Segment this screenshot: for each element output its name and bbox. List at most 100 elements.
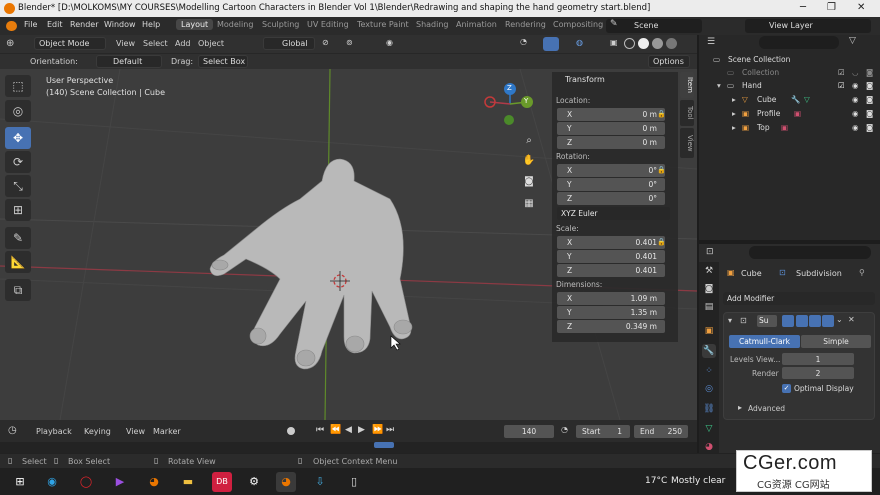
collapse-arrow-icon[interactable]: ▾: [728, 316, 732, 325]
camera-icon[interactable]: ◙: [866, 109, 873, 118]
timeline-track[interactable]: [0, 442, 697, 453]
lock-icon[interactable]: 🔒: [657, 110, 666, 119]
remove-modifier-icon[interactable]: ✕: [848, 315, 855, 324]
optimal-display-checkbox[interactable]: ✓: [782, 384, 791, 393]
location-z-field[interactable]: Z 0 m: [557, 136, 665, 149]
snap-icon[interactable]: ⊚: [346, 38, 353, 47]
tab-animation[interactable]: Animation: [456, 20, 497, 29]
cursor-tool-icon[interactable]: ◎: [5, 100, 31, 122]
shading-material-icon[interactable]: [652, 38, 663, 49]
tab-texture-paint[interactable]: Texture Paint: [357, 20, 409, 29]
rotation-z-field[interactable]: Z 0°: [557, 192, 665, 205]
modifier-tab-icon[interactable]: 🔧: [702, 344, 716, 358]
object-tab-icon[interactable]: ▣: [702, 324, 716, 338]
outliner-row-profile[interactable]: ▸ ▣ Profile ▣ ◉ ◙: [699, 108, 880, 121]
scene-selector[interactable]: ✎ Scene: [606, 19, 702, 33]
location-x-field[interactable]: X 0 m: [557, 108, 665, 121]
menu-add[interactable]: Add: [175, 39, 191, 48]
tab-item[interactable]: Item: [680, 72, 694, 98]
pin-icon[interactable]: ⚲: [859, 268, 865, 277]
timeline-editor-icon[interactable]: ◷: [8, 425, 17, 436]
settings-icon[interactable]: ⚙: [244, 472, 264, 492]
transform-panel-title[interactable]: Transform: [565, 75, 605, 84]
scale-x-field[interactable]: X 0.401: [557, 236, 665, 249]
physics-tab-icon[interactable]: ◎: [702, 382, 716, 396]
menu-view[interactable]: View: [116, 39, 135, 48]
scale-z-field[interactable]: Z 0.401: [557, 264, 665, 277]
modifier-name-field[interactable]: Su: [757, 315, 777, 327]
playhead[interactable]: [374, 442, 394, 448]
shading-solid-icon[interactable]: [638, 38, 649, 49]
scale-tool-icon[interactable]: ⤡: [5, 175, 31, 197]
zoom-icon[interactable]: ⌕: [520, 132, 538, 150]
mode-dropdown[interactable]: Object Mode: [34, 37, 106, 50]
jump-keyframe-back-icon[interactable]: ⏪: [330, 425, 341, 435]
advanced-label[interactable]: Advanced: [748, 404, 785, 413]
dimensions-x-field[interactable]: X 1.09 m: [557, 292, 665, 305]
camera-icon[interactable]: ◙: [520, 173, 538, 191]
record-button[interactable]: [287, 427, 295, 435]
jump-keyframe-forward-icon[interactable]: ⏩: [372, 425, 383, 435]
file-explorer-icon[interactable]: ▬: [178, 472, 198, 492]
expand-arrow-icon[interactable]: ▾: [717, 81, 721, 90]
eye-icon[interactable]: ◉: [852, 109, 859, 118]
lock-icon[interactable]: 🔒: [657, 238, 666, 247]
camera-icon[interactable]: ◙: [866, 68, 873, 77]
overlay-icon[interactable]: ◍: [576, 38, 583, 47]
material-tab-icon[interactable]: ◕: [702, 440, 716, 454]
transform-orientation-dropdown[interactable]: Global: [263, 37, 315, 50]
tab-shading[interactable]: Shading: [416, 20, 449, 29]
eye-icon[interactable]: ◉: [852, 95, 859, 104]
add-modifier-dropdown[interactable]: Add Modifier: [723, 292, 875, 305]
editmode-toggle-icon[interactable]: [782, 315, 794, 327]
outliner-row-hand[interactable]: ▾ ▭ Hand ☑ ◉ ◙: [699, 80, 880, 93]
render-toggle-icon[interactable]: [822, 315, 834, 327]
jump-start-icon[interactable]: ⏮: [316, 425, 324, 435]
timeline-playback-menu[interactable]: Playback: [36, 427, 72, 436]
start-frame-field[interactable]: Start 1: [576, 425, 630, 438]
menu-edit[interactable]: Edit: [47, 20, 63, 29]
tool-tab-icon[interactable]: ⚒: [702, 264, 716, 278]
filter-icon[interactable]: ▽: [849, 36, 856, 46]
tab-sculpting[interactable]: Sculpting: [262, 20, 299, 29]
outliner-search-field[interactable]: [759, 36, 839, 49]
xray-icon[interactable]: ▣: [610, 38, 618, 47]
media-player-icon[interactable]: ▶: [110, 472, 130, 492]
tab-layout[interactable]: Layout: [176, 19, 214, 30]
document-icon[interactable]: ▯: [344, 472, 364, 492]
maximize-button[interactable]: ❐: [827, 2, 836, 13]
output-tab-icon[interactable]: ▤: [702, 300, 716, 314]
options-dropdown[interactable]: Options: [648, 55, 690, 68]
pan-hand-icon[interactable]: ✋: [520, 152, 538, 170]
properties-editor-icon[interactable]: ⊡: [706, 247, 714, 257]
levels-viewport-field[interactable]: 1: [782, 353, 854, 365]
jump-end-icon[interactable]: ⏭: [386, 425, 394, 435]
rotation-mode-dropdown[interactable]: XYZ Euler: [557, 207, 670, 220]
blender-app-icon[interactable]: ◕: [144, 472, 164, 492]
navigation-gizmo[interactable]: Z Y: [480, 80, 540, 130]
annotate-tool-icon[interactable]: ✎: [5, 227, 31, 249]
tab-uv-editing[interactable]: UV Editing: [307, 20, 349, 29]
editor-type-icon[interactable]: ⊕: [6, 38, 14, 49]
menu-render[interactable]: Render: [70, 20, 98, 29]
davinci-resolve-icon[interactable]: DB: [212, 472, 232, 492]
timeline-keying-menu[interactable]: Keying: [84, 427, 111, 436]
measure-tool-icon[interactable]: 📐: [5, 251, 31, 273]
menu-window[interactable]: Window: [104, 20, 136, 29]
drag-dropdown[interactable]: Select Box: [198, 55, 248, 68]
data-tab-icon[interactable]: ▽: [702, 422, 716, 436]
outliner-row-top[interactable]: ▸ ▣ Top ▣ ◉ ◙: [699, 122, 880, 135]
lock-icon[interactable]: 🔒: [657, 166, 666, 175]
blender-running-icon[interactable]: ◕: [276, 472, 296, 492]
modifier-menu-icon[interactable]: ⌄: [836, 315, 843, 324]
camera-icon[interactable]: ◙: [866, 81, 873, 90]
menu-help[interactable]: Help: [142, 20, 160, 29]
menu-object[interactable]: Object: [198, 39, 224, 48]
properties-search-field[interactable]: [749, 246, 871, 259]
start-menu-icon[interactable]: ⊞: [10, 472, 30, 492]
render-levels-field[interactable]: 2: [782, 367, 854, 379]
simple-button[interactable]: Simple: [801, 335, 871, 348]
move-tool-icon[interactable]: ✥: [5, 127, 31, 149]
expand-arrow-icon[interactable]: ▸: [732, 95, 736, 104]
play-icon[interactable]: ▶: [358, 425, 365, 435]
